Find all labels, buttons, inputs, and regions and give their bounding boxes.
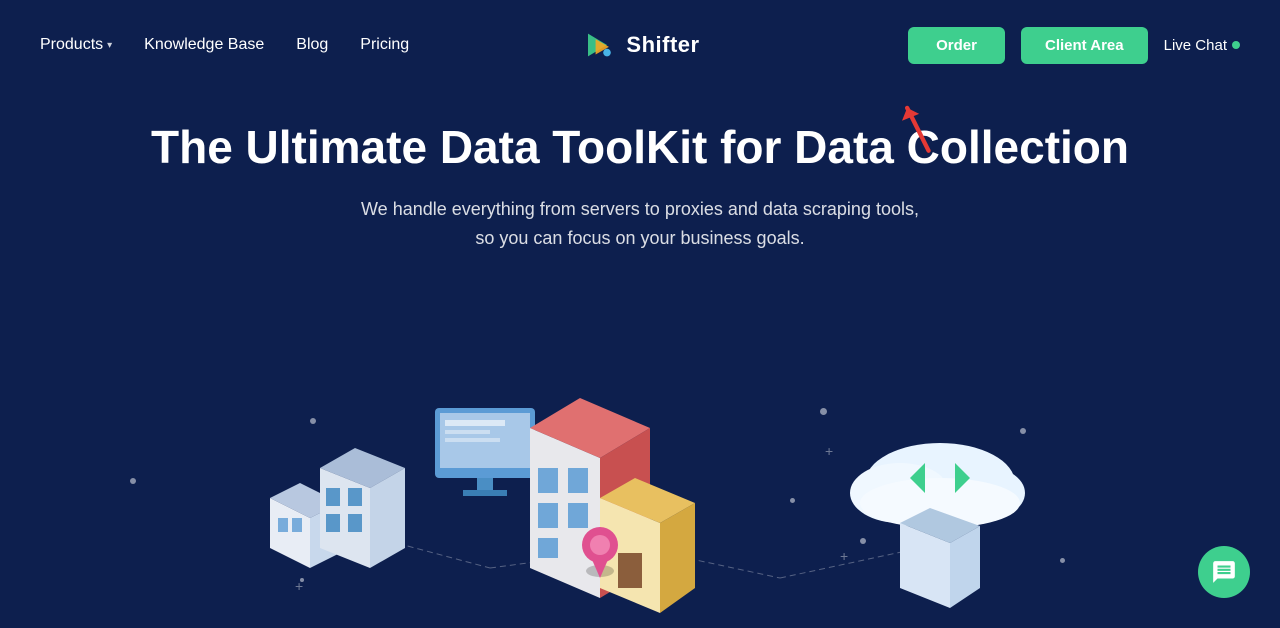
illustration-area: ✕ + + + + bbox=[0, 378, 1280, 628]
hero-title: The Ultimate Data ToolKit for Data Colle… bbox=[40, 120, 1240, 175]
nav-right: Order Client Area Live Chat bbox=[908, 27, 1240, 64]
chat-icon bbox=[1211, 559, 1237, 585]
nav-pricing[interactable]: Pricing bbox=[360, 36, 409, 54]
arrow-annotation bbox=[895, 95, 945, 160]
nav-left: Products ▾ Knowledge Base Blog Pricing bbox=[40, 36, 409, 54]
logo-text: Shifter bbox=[626, 32, 699, 58]
chevron-down-icon: ▾ bbox=[107, 40, 112, 51]
live-chat-indicator bbox=[1232, 41, 1240, 49]
red-arrow-icon bbox=[895, 95, 945, 155]
client-area-button[interactable]: Client Area bbox=[1021, 27, 1148, 64]
deco-dot bbox=[130, 478, 136, 484]
navigation: Products ▾ Knowledge Base Blog Pricing S… bbox=[0, 0, 1280, 90]
logo[interactable]: Shifter bbox=[580, 26, 699, 64]
live-chat-link[interactable]: Live Chat bbox=[1164, 37, 1240, 54]
nav-knowledge-base[interactable]: Knowledge Base bbox=[144, 36, 264, 54]
chat-widget-button[interactable] bbox=[1198, 546, 1250, 598]
nav-products[interactable]: Products ▾ bbox=[40, 36, 112, 54]
order-button[interactable]: Order bbox=[908, 27, 1005, 64]
nav-blog[interactable]: Blog bbox=[296, 36, 328, 54]
hero-section: The Ultimate Data ToolKit for Data Colle… bbox=[0, 90, 1280, 253]
hero-subtitle: We handle everything from servers to pro… bbox=[40, 195, 1240, 253]
illustration-svg bbox=[140, 378, 1140, 628]
logo-icon bbox=[580, 26, 618, 64]
